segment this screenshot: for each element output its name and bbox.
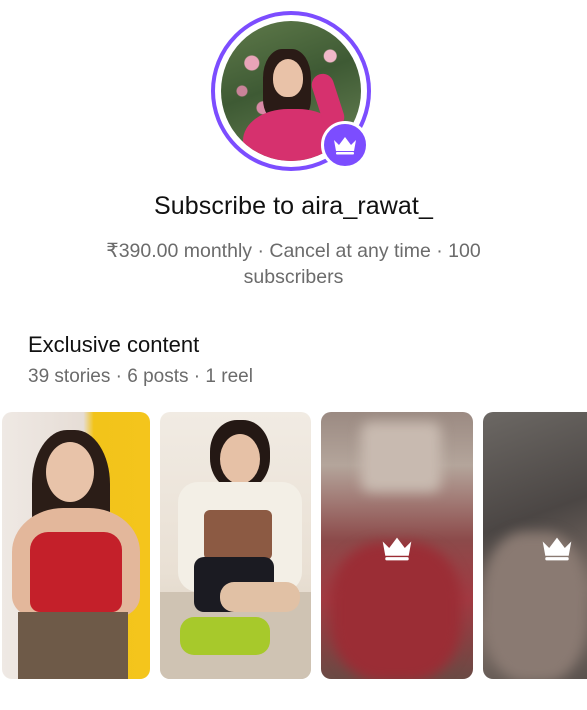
crown-badge (321, 121, 369, 169)
content-thumbnail-2[interactable] (160, 412, 311, 679)
lock-crown (379, 534, 415, 562)
page-title: Subscribe to aira_rawat_ (154, 192, 433, 220)
crown-icon (382, 537, 412, 561)
subscription-details: ₹390.00 monthly · Cancel at any time · 1… (106, 240, 481, 288)
content-thumbnail-3-locked[interactable] (321, 412, 473, 679)
crown-icon (542, 537, 572, 561)
lock-crown (539, 534, 575, 562)
content-thumbnail-4-locked[interactable] (483, 412, 587, 679)
profile-avatar-container[interactable] (211, 11, 371, 171)
crown-icon (334, 137, 356, 155)
content-counts: 39 stories · 6 posts · 1 reel (28, 366, 253, 387)
content-thumbnail-1[interactable] (2, 412, 150, 679)
section-title: Exclusive content (28, 332, 200, 357)
